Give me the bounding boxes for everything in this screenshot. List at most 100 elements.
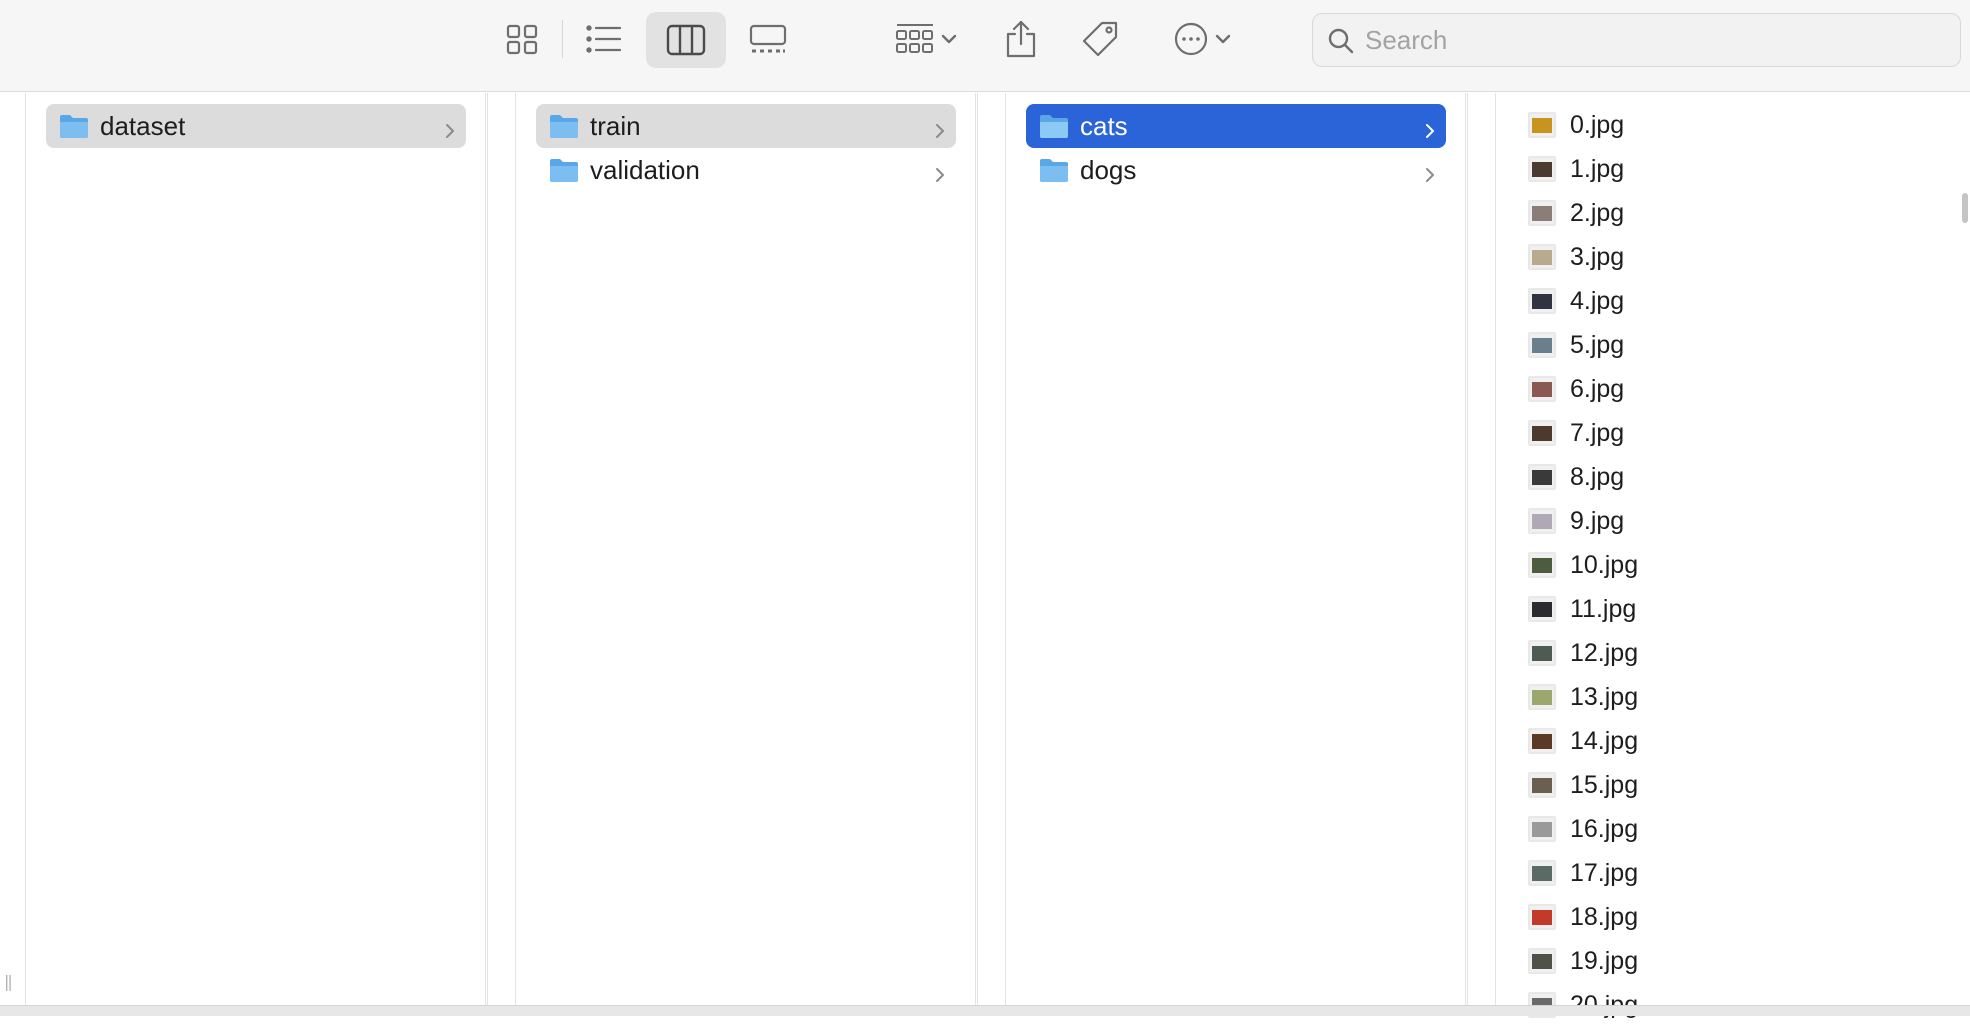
image-thumbnail-icon xyxy=(1528,772,1556,798)
group-by-button[interactable] xyxy=(886,16,966,62)
column-1: || xyxy=(26,93,505,1005)
column-view-icon xyxy=(666,24,706,56)
folder-row-dogs[interactable]: dogs xyxy=(1026,148,1446,192)
file-label: 8.jpg xyxy=(1570,463,1625,491)
image-thumbnail-icon xyxy=(1528,684,1556,710)
column-view-button[interactable] xyxy=(646,12,726,68)
image-thumbnail-icon xyxy=(1528,904,1556,930)
column-gutter xyxy=(1467,93,1496,1005)
file-row[interactable]: 11.jpg xyxy=(1528,589,1948,629)
folder-label: train xyxy=(590,111,641,141)
folder-label: cats xyxy=(1080,111,1128,141)
file-row[interactable]: 15.jpg xyxy=(1528,765,1948,805)
image-thumbnail-icon xyxy=(1528,464,1556,490)
image-thumbnail-icon xyxy=(1528,420,1556,446)
file-row[interactable]: 3.jpg xyxy=(1528,237,1948,277)
file-label: 17.jpg xyxy=(1570,859,1639,887)
search-icon xyxy=(1327,27,1355,60)
file-row[interactable]: 18.jpg xyxy=(1528,897,1948,937)
file-row[interactable]: 14.jpg xyxy=(1528,721,1948,761)
image-thumbnail-icon xyxy=(1528,640,1556,666)
file-label: 14.jpg xyxy=(1570,727,1639,755)
file-row[interactable]: 13.jpg xyxy=(1528,677,1948,717)
more-actions-icon xyxy=(1173,21,1209,57)
folder-icon xyxy=(1038,112,1070,147)
image-thumbnail-icon xyxy=(1528,376,1556,402)
more-actions-button[interactable] xyxy=(1162,16,1242,62)
folder-label: validation xyxy=(590,155,700,185)
chevron-right-icon xyxy=(444,116,456,147)
file-label: 13.jpg xyxy=(1570,683,1639,711)
file-label: 0.jpg xyxy=(1570,111,1625,139)
column-browser: || || dataset || train validation xyxy=(0,93,1970,1019)
folder-label: dataset xyxy=(100,111,186,141)
image-thumbnail-icon xyxy=(1528,112,1556,138)
file-row[interactable]: 4.jpg xyxy=(1528,281,1948,321)
file-row[interactable]: 8.jpg xyxy=(1528,457,1948,497)
column-2: || xyxy=(516,93,995,1005)
gallery-view-icon xyxy=(748,23,788,55)
tag-button[interactable] xyxy=(1074,16,1126,62)
file-label: 3.jpg xyxy=(1570,243,1625,271)
image-thumbnail-icon xyxy=(1528,728,1556,754)
icon-view-icon xyxy=(506,23,538,55)
file-label: 15.jpg xyxy=(1570,771,1639,799)
file-label: 9.jpg xyxy=(1570,507,1625,535)
chevron-down-icon xyxy=(941,33,957,45)
chevron-down-icon xyxy=(1215,33,1231,45)
file-row[interactable]: 7.jpg xyxy=(1528,413,1948,453)
image-thumbnail-icon xyxy=(1528,332,1556,358)
file-label: 12.jpg xyxy=(1570,639,1639,667)
file-label: 4.jpg xyxy=(1570,287,1625,315)
file-row[interactable]: 0.jpg xyxy=(1528,105,1948,145)
column-3: || xyxy=(1006,93,1485,1005)
folder-row-cats[interactable]: cats xyxy=(1026,104,1446,148)
search-field[interactable] xyxy=(1312,13,1961,67)
file-label: 7.jpg xyxy=(1570,419,1625,447)
share-icon xyxy=(1005,20,1037,58)
file-row[interactable]: 5.jpg xyxy=(1528,325,1948,365)
folder-row-train[interactable]: train xyxy=(536,104,956,148)
list-view-icon xyxy=(586,24,622,54)
file-label: 2.jpg xyxy=(1570,199,1625,227)
file-label: 16.jpg xyxy=(1570,815,1639,843)
file-row[interactable]: 10.jpg xyxy=(1528,545,1948,585)
image-thumbnail-icon xyxy=(1528,508,1556,534)
file-row[interactable]: 1.jpg xyxy=(1528,149,1948,189)
file-row[interactable]: 16.jpg xyxy=(1528,809,1948,849)
file-row[interactable]: 6.jpg xyxy=(1528,369,1948,409)
file-label: 19.jpg xyxy=(1570,947,1639,975)
image-thumbnail-icon xyxy=(1528,596,1556,622)
file-label: 5.jpg xyxy=(1570,331,1625,359)
file-row[interactable]: 19.jpg xyxy=(1528,941,1948,981)
file-label: 18.jpg xyxy=(1570,903,1639,931)
file-row[interactable]: 17.jpg xyxy=(1528,853,1948,893)
image-thumbnail-icon xyxy=(1528,552,1556,578)
image-thumbnail-icon xyxy=(1528,244,1556,270)
folder-icon xyxy=(1038,156,1070,191)
column-resize-handle[interactable]: || xyxy=(4,972,13,991)
column-edge: || xyxy=(0,93,26,1005)
image-thumbnail-icon xyxy=(1528,156,1556,182)
search-input[interactable] xyxy=(1365,14,1945,66)
scrollbar[interactable] xyxy=(1962,193,1968,223)
file-label: 11.jpg xyxy=(1570,595,1637,623)
file-row[interactable]: 9.jpg xyxy=(1528,501,1948,541)
gallery-view-button[interactable] xyxy=(740,16,796,62)
file-label: 1.jpg xyxy=(1570,155,1625,183)
folder-row-validation[interactable]: validation xyxy=(536,148,956,192)
file-row[interactable]: 2.jpg xyxy=(1528,193,1948,233)
folder-row-dataset[interactable]: dataset xyxy=(46,104,466,148)
chevron-right-icon xyxy=(1424,160,1436,191)
toolbar-separator xyxy=(562,20,563,58)
horizontal-scrollbar[interactable] xyxy=(0,1005,1970,1016)
icon-view-button[interactable] xyxy=(496,16,548,62)
image-thumbnail-icon xyxy=(1528,816,1556,842)
folder-label: dogs xyxy=(1080,155,1137,185)
file-row[interactable]: 12.jpg xyxy=(1528,633,1948,673)
list-view-button[interactable] xyxy=(578,16,630,62)
tag-icon xyxy=(1081,20,1119,58)
image-thumbnail-icon xyxy=(1528,200,1556,226)
share-button[interactable] xyxy=(998,14,1044,64)
image-thumbnail-icon xyxy=(1528,860,1556,886)
